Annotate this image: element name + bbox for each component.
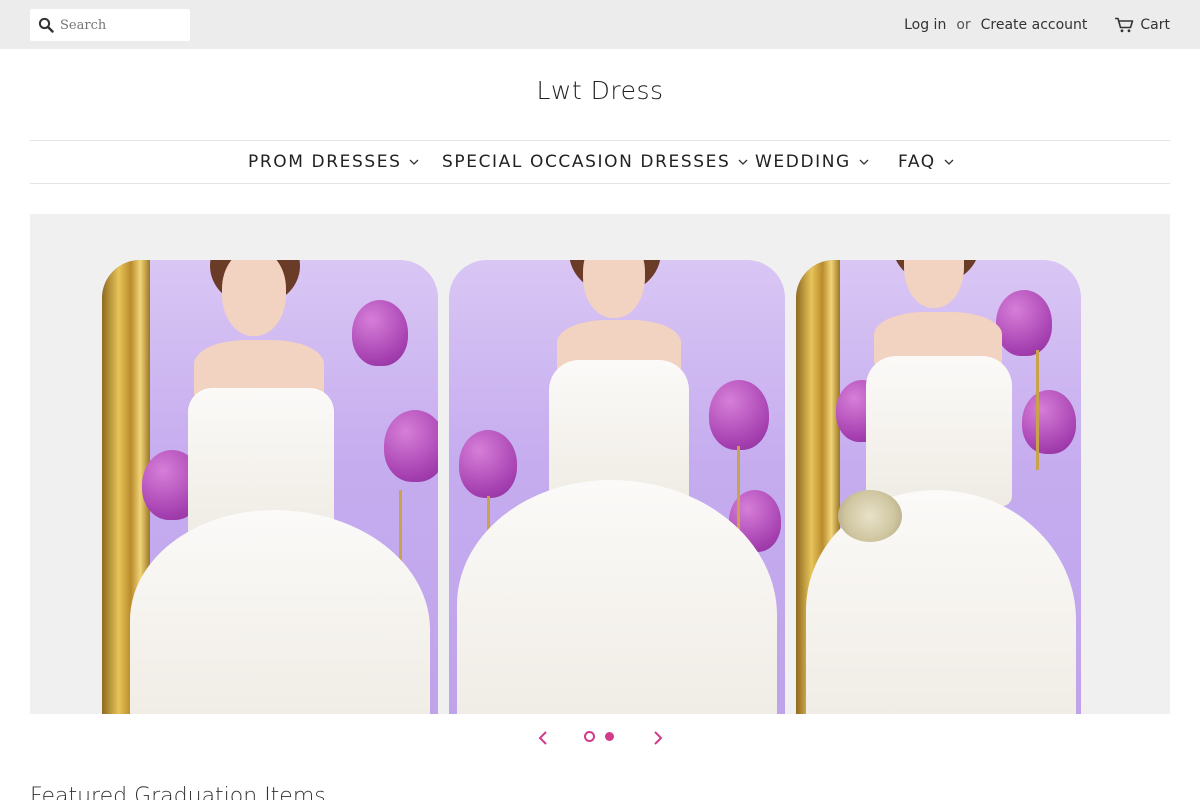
main-nav: PROM DRESSES SPECIAL OCCASION DRESSES WE… [30, 140, 1170, 184]
chevron-down-icon [859, 159, 869, 165]
slide-dot-1[interactable] [584, 731, 595, 742]
hero-image-panel [796, 260, 1081, 714]
site-logo[interactable]: Lwt Dress [0, 76, 1200, 105]
chevron-right-icon[interactable] [648, 728, 668, 748]
cart-label: Cart [1140, 17, 1170, 33]
nav-item-label: WEDDING [755, 152, 851, 172]
nav-item-special-occasion-dresses[interactable]: SPECIAL OCCASION DRESSES [442, 152, 748, 172]
hero-image-panel [449, 260, 785, 714]
cart-link[interactable]: Cart [1114, 17, 1170, 33]
cart-icon [1115, 17, 1134, 33]
nav-item-faq[interactable]: FAQ [898, 152, 954, 172]
slide-dot-2[interactable] [605, 732, 614, 741]
featured-section-title: Featured Graduation Items [30, 784, 326, 800]
chevron-left-icon[interactable] [533, 728, 553, 748]
nav-item-label: FAQ [898, 152, 936, 172]
search-box[interactable] [30, 9, 190, 41]
or-separator: or [956, 17, 971, 33]
account-links: Log in or Create account Cart [904, 15, 1170, 35]
chevron-down-icon [738, 159, 748, 165]
chevron-down-icon [410, 159, 419, 165]
bouquet [838, 490, 902, 542]
nav-item-label: PROM DRESSES [248, 152, 402, 172]
hero-slideshow[interactable] [30, 214, 1170, 714]
login-link[interactable]: Log in [904, 17, 946, 33]
top-bar: Log in or Create account Cart [0, 0, 1200, 49]
search-input[interactable] [60, 9, 186, 41]
nav-item-label: SPECIAL OCCASION DRESSES [442, 152, 731, 172]
create-account-link[interactable]: Create account [981, 17, 1088, 33]
chevron-down-icon [944, 159, 954, 165]
nav-item-wedding[interactable]: WEDDING [755, 152, 869, 172]
hero-image-panel [102, 260, 438, 714]
search-icon[interactable] [38, 17, 54, 33]
nav-item-prom-dresses[interactable]: PROM DRESSES [248, 152, 419, 172]
